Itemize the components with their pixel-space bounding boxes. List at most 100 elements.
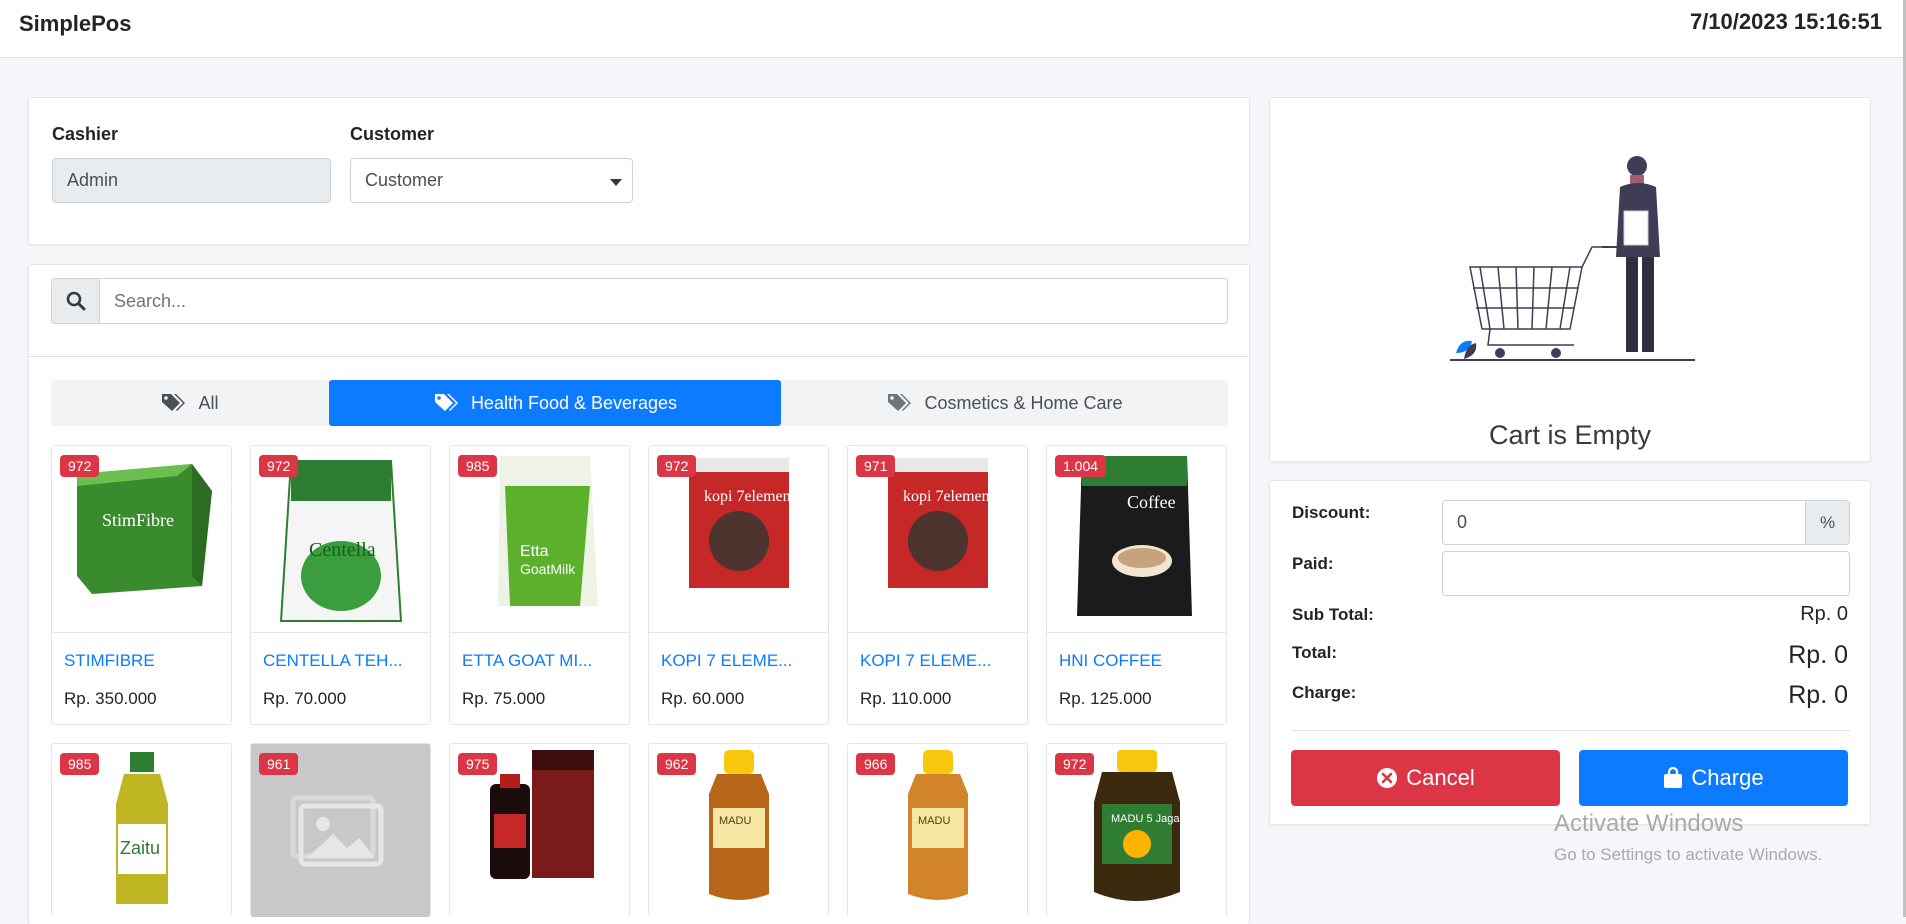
svg-text:kopi 7elemen: kopi 7elemen bbox=[704, 488, 791, 505]
stock-badge: 985 bbox=[458, 455, 498, 477]
charge-value: Rp. 0 bbox=[1788, 681, 1848, 709]
cashier-field: Admin bbox=[52, 158, 331, 203]
product-image: 975 bbox=[450, 744, 629, 917]
order-info-card: Cashier Admin Customer Customer bbox=[28, 97, 1250, 245]
svg-text:Coffee: Coffee bbox=[1127, 492, 1176, 512]
product-card-kopi-7-elemen-2[interactable]: kopi 7elemen 971 KOPI 7 ELEME... Rp. 110… bbox=[847, 445, 1028, 725]
stock-badge: 962 bbox=[657, 753, 697, 775]
discount-percent-addon: % bbox=[1805, 500, 1850, 545]
svg-text:Centella: Centella bbox=[309, 539, 376, 561]
chevron-down-icon bbox=[610, 179, 622, 186]
subtotal-label: Sub Total: bbox=[1292, 605, 1374, 624]
datetime-display: 7/10/2023 15:16:51 bbox=[1689, 9, 1882, 34]
discount-input[interactable]: 0 bbox=[1442, 500, 1806, 545]
tags-icon bbox=[434, 394, 458, 411]
product-price: Rp. 110.000 bbox=[860, 689, 952, 708]
product-image: kopi 7elemen 972 bbox=[649, 446, 828, 633]
product-card-kopi-7-elemen-1[interactable]: kopi 7elemen 972 KOPI 7 ELEME... Rp. 60.… bbox=[648, 445, 829, 725]
product-card-hni-coffee[interactable]: Coffee 1.004 HNI COFFEE Rp. 125.000 bbox=[1046, 445, 1227, 725]
product-name[interactable]: CENTELLA TEH... bbox=[263, 651, 403, 671]
product-card[interactable]: MADU 5 Jaga 972 bbox=[1046, 743, 1227, 917]
product-price: Rp. 75.000 bbox=[462, 689, 546, 708]
total-value: Rp. 0 bbox=[1788, 641, 1848, 669]
svg-text:MADU: MADU bbox=[719, 815, 751, 827]
paid-input[interactable] bbox=[1442, 551, 1850, 596]
times-circle-icon bbox=[1377, 768, 1398, 788]
stock-badge: 971 bbox=[856, 455, 896, 477]
stock-badge: 972 bbox=[60, 455, 100, 477]
product-image: StimFibre 972 bbox=[52, 446, 231, 633]
paid-label: Paid: bbox=[1292, 554, 1334, 573]
product-card[interactable]: MADU 966 bbox=[847, 743, 1028, 917]
cashier-label: Cashier bbox=[52, 124, 119, 144]
product-name[interactable]: STIMFIBRE bbox=[64, 651, 155, 671]
product-card[interactable]: MADU 962 bbox=[648, 743, 829, 917]
svg-text:MADU: MADU bbox=[918, 815, 950, 827]
category-tabs: All Health Food & Beverages Cosmetics & … bbox=[51, 380, 1228, 426]
product-card[interactable]: 975 bbox=[449, 743, 630, 917]
product-name[interactable]: HNI COFFEE bbox=[1059, 651, 1162, 671]
customer-select-value: Customer bbox=[365, 170, 444, 190]
tab-all-label: All bbox=[198, 392, 219, 413]
windows-activation-watermark-text: Go to Settings to activate Windows. bbox=[1554, 845, 1823, 864]
tab-cosmetics-home-care[interactable]: Cosmetics & Home Care bbox=[781, 380, 1228, 426]
tab-all[interactable]: All bbox=[51, 380, 328, 426]
stock-badge: 975 bbox=[458, 753, 498, 775]
product-name[interactable]: ETTA GOAT MI... bbox=[462, 651, 592, 671]
cart-empty-text: Cart is Empty bbox=[1488, 420, 1652, 450]
charge-label: Charge: bbox=[1292, 683, 1357, 702]
discount-label: Discount: bbox=[1292, 503, 1371, 522]
charge-button[interactable]: Charge bbox=[1579, 750, 1848, 806]
product-card-stimfibre[interactable]: StimFibre 972 STIMFIBRE Rp. 350.000 bbox=[51, 445, 232, 725]
product-price: Rp. 125.000 bbox=[1059, 689, 1152, 708]
product-image: Etta GoatMilk 985 bbox=[450, 446, 629, 633]
cancel-button[interactable]: Cancel bbox=[1291, 750, 1560, 806]
customer-select[interactable]: Customer bbox=[350, 158, 633, 203]
svg-text:MADU 5 Jaga: MADU 5 Jaga bbox=[1111, 813, 1180, 825]
product-price: Rp. 350.000 bbox=[64, 689, 157, 708]
tags-icon bbox=[162, 394, 186, 411]
shopping-bag-icon bbox=[1664, 767, 1683, 788]
app-title[interactable]: SimplePos bbox=[19, 11, 131, 37]
product-card-etta-goat-milk[interactable]: Etta GoatMilk 985 ETTA GOAT MI... Rp. 75.… bbox=[449, 445, 630, 725]
divider bbox=[28, 356, 1250, 357]
product-name[interactable]: KOPI 7 ELEME... bbox=[860, 651, 991, 671]
windows-activation-watermark-title: Activate Windows bbox=[1554, 810, 1744, 837]
product-image: Zaitu 985 bbox=[52, 744, 231, 917]
empty-cart-illustration bbox=[1450, 156, 1695, 361]
product-card[interactable]: Zaitu 985 bbox=[51, 743, 232, 917]
tab-health-food-beverages[interactable]: Health Food & Beverages bbox=[329, 380, 781, 426]
product-image: MADU 966 bbox=[848, 744, 1027, 917]
cancel-button-label: Cancel bbox=[1406, 765, 1475, 790]
total-label: Total: bbox=[1292, 643, 1338, 662]
product-name[interactable]: KOPI 7 ELEME... bbox=[661, 651, 792, 671]
stock-badge: 972 bbox=[1055, 753, 1095, 775]
product-image: Centella 972 bbox=[251, 446, 430, 633]
product-image: 961 bbox=[251, 744, 430, 917]
svg-text:GoatMilk: GoatMilk bbox=[520, 561, 576, 577]
cart-card: Cart is Empty bbox=[1269, 97, 1871, 462]
search-bar: Search... bbox=[51, 278, 1228, 324]
product-card[interactable]: 961 bbox=[250, 743, 431, 917]
product-price: Rp. 60.000 bbox=[661, 689, 745, 708]
charge-button-label: Charge bbox=[1691, 765, 1764, 790]
svg-text:Zaitu: Zaitu bbox=[120, 838, 160, 858]
tab-cosmetics-home-care-label: Cosmetics & Home Care bbox=[924, 392, 1123, 413]
product-price: Rp. 70.000 bbox=[263, 689, 347, 708]
svg-text:kopi 7elemen: kopi 7elemen bbox=[903, 488, 990, 505]
product-image: MADU 5 Jaga 972 bbox=[1047, 744, 1226, 917]
product-image: kopi 7elemen 971 bbox=[848, 446, 1027, 633]
product-card-centella[interactable]: Centella 972 CENTELLA TEH... Rp. 70.000 bbox=[250, 445, 431, 725]
tags-icon bbox=[888, 394, 912, 411]
tab-health-food-beverages-label: Health Food & Beverages bbox=[470, 392, 678, 413]
divider bbox=[1292, 730, 1850, 731]
svg-text:StimFibre: StimFibre bbox=[102, 510, 174, 530]
subtotal-value: Rp. 0 bbox=[1800, 603, 1848, 625]
stock-badge: 972 bbox=[259, 455, 299, 477]
stock-badge: 985 bbox=[60, 753, 100, 775]
product-image: Coffee 1.004 bbox=[1047, 446, 1226, 633]
customer-label: Customer bbox=[350, 124, 435, 144]
search-input[interactable]: Search... bbox=[99, 278, 1228, 324]
product-image: MADU 962 bbox=[649, 744, 828, 917]
stock-badge: 961 bbox=[259, 753, 299, 775]
